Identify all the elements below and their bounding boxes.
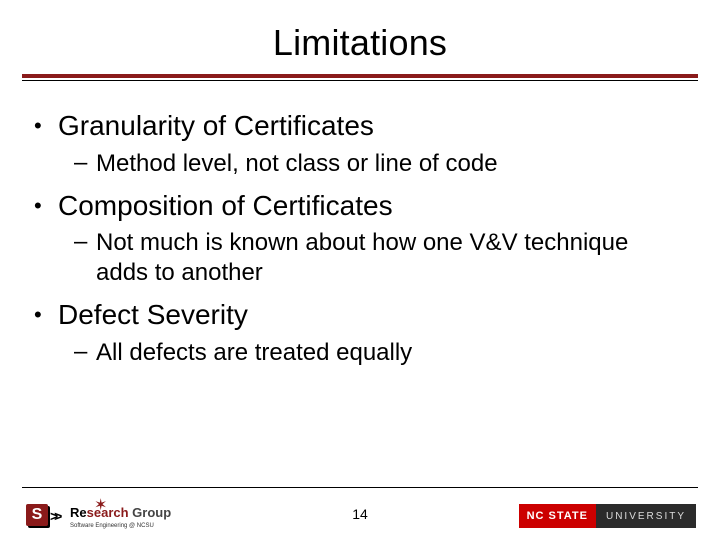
footer-rule [22, 487, 698, 488]
logo-subtext: Software Engineering @ NCSU [70, 523, 154, 529]
bullet-2: • Composition of Certificates [34, 189, 686, 223]
slide-title: Limitations [0, 0, 720, 74]
dash-icon: – [74, 228, 96, 288]
logo-text: Research Group [70, 505, 171, 520]
bullet-2-text: Composition of Certificates [58, 189, 686, 223]
subbullet-3-1-text: All defects are treated equally [96, 338, 686, 368]
subbullet-3-1: – All defects are treated equally [74, 338, 686, 368]
logo-chevrons-icon: >> [50, 508, 58, 524]
dash-icon: – [74, 149, 96, 179]
research-group-logo: S >> ✶ Research Group Software Engineeri… [26, 496, 196, 530]
nc-state-red: NC STATE [519, 504, 596, 528]
nc-state-dark: UNIVERSITY [596, 504, 696, 528]
bullet-1-text: Granularity of Certificates [58, 109, 686, 143]
subbullet-1-1: – Method level, not class or line of cod… [74, 149, 686, 179]
subbullet-2-1: – Not much is known about how one V&V te… [74, 228, 686, 288]
title-rule [22, 74, 698, 81]
nc-state-logo: NC STATE UNIVERSITY [519, 504, 696, 528]
subbullet-1-1-text: Method level, not class or line of code [96, 149, 686, 179]
dash-icon: – [74, 338, 96, 368]
bullet-3: • Defect Severity [34, 298, 686, 332]
bullet-icon: • [34, 298, 58, 332]
logo-text-re: Re [70, 505, 87, 520]
bullet-icon: • [34, 189, 58, 223]
logo-s-badge: S [26, 504, 48, 526]
subbullet-2-1-text: Not much is known about how one V&V tech… [96, 228, 686, 288]
logo-text-search: search [87, 505, 129, 520]
content-area: • Granularity of Certificates – Method l… [0, 81, 720, 368]
bullet-1: • Granularity of Certificates [34, 109, 686, 143]
logo-text-group: Group [129, 505, 172, 520]
bullet-icon: • [34, 109, 58, 143]
bullet-3-text: Defect Severity [58, 298, 686, 332]
slide: Limitations • Granularity of Certificate… [0, 0, 720, 540]
footer: 14 S >> ✶ Research Group Software Engine… [0, 490, 720, 540]
